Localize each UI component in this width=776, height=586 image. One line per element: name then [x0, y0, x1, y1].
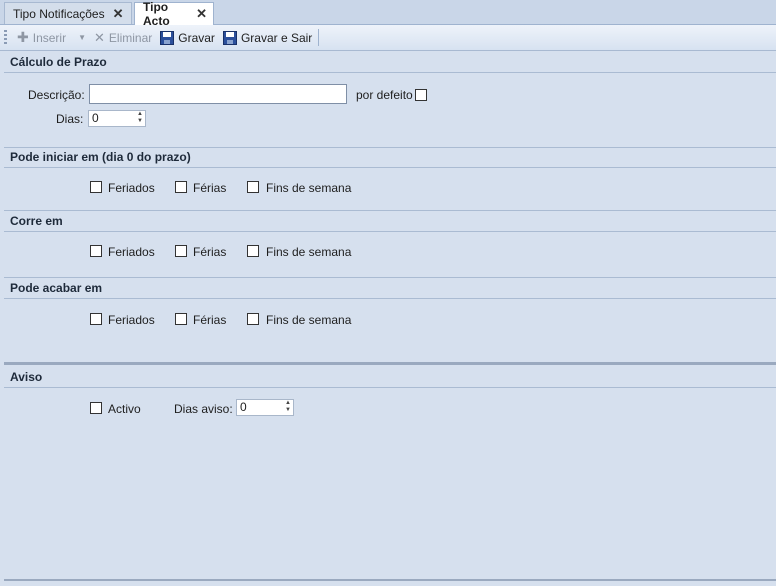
dias-aviso-label: Dias aviso: — [174, 402, 233, 416]
section-divider — [4, 387, 776, 388]
acabar-ferias-checkbox[interactable] — [175, 313, 187, 325]
corre-ferias-checkbox[interactable] — [175, 245, 187, 257]
activo-label: Activo — [108, 402, 141, 416]
aviso-title: Aviso — [10, 370, 43, 384]
tab-tipo-notificacoes[interactable]: Tipo Notificações ✕ — [4, 2, 132, 24]
ferias-label: Férias — [193, 313, 227, 327]
fins-label: Fins de semana — [266, 181, 352, 195]
descricao-label: Descrição: — [28, 88, 85, 102]
floppy-disk-exit-icon — [222, 30, 237, 45]
corre-em-title: Corre em — [10, 214, 63, 228]
inserir-button[interactable]: ✚ Inserir ▼ — [13, 27, 90, 49]
tab-label: Tipo Acto — [143, 0, 170, 28]
toolbar: ✚ Inserir ▼ ✕ Eliminar Gravar Gravar e S… — [0, 25, 776, 51]
tab-tipo-acto[interactable]: Tipo Acto ✕ — [134, 0, 214, 28]
acabar-fins-checkbox[interactable] — [247, 313, 259, 325]
section-divider — [4, 277, 776, 278]
iniciar-feriados-checkbox[interactable] — [90, 181, 102, 193]
calculo-title: Cálculo de Prazo — [10, 55, 107, 69]
iniciar-ferias-checkbox[interactable] — [175, 181, 187, 193]
descricao-input[interactable] — [89, 84, 347, 104]
acabar-feriados-checkbox[interactable] — [90, 313, 102, 325]
dias-spinner[interactable]: 0 ▲ ▼ — [88, 110, 146, 127]
bottom-border — [4, 579, 776, 581]
section-divider — [4, 147, 776, 148]
section-divider — [4, 167, 776, 168]
close-icon[interactable]: ✕ — [113, 6, 124, 22]
delete-x-icon: ✕ — [94, 29, 105, 45]
floppy-disk-icon — [160, 30, 175, 45]
dias-aviso-spinner[interactable]: 0 ▲ ▼ — [236, 399, 294, 416]
feriados-label: Feriados — [108, 313, 155, 327]
dias-aviso-value: 0 — [240, 400, 247, 414]
eliminar-button[interactable]: ✕ Eliminar — [90, 27, 156, 49]
pode-acabar-title: Pode acabar em — [10, 281, 103, 295]
section-divider — [4, 231, 776, 232]
por-defeito-checkbox[interactable] — [415, 89, 427, 101]
gravar-button[interactable]: Gravar — [156, 27, 219, 49]
pode-iniciar-title: Pode iniciar em (dia 0 do prazo) — [10, 150, 191, 164]
feriados-label: Feriados — [108, 181, 155, 195]
dias-value: 0 — [92, 111, 99, 125]
fins-label: Fins de semana — [266, 245, 352, 259]
por-defeito-label: por defeito — [356, 88, 413, 102]
ferias-label: Férias — [193, 181, 227, 195]
fins-label: Fins de semana — [266, 313, 352, 327]
dias-label: Dias: — [56, 112, 84, 126]
feriados-label: Feriados — [108, 245, 155, 259]
gravar-e-sair-button[interactable]: Gravar e Sair — [219, 27, 316, 49]
close-icon[interactable]: ✕ — [196, 6, 207, 22]
toolbar-separator — [318, 29, 320, 46]
section-divider — [4, 298, 776, 299]
section-divider — [4, 210, 776, 211]
spin-arrows-icon[interactable]: ▲ ▼ — [137, 111, 143, 125]
activo-checkbox[interactable] — [90, 402, 102, 414]
ferias-label: Férias — [193, 245, 227, 259]
iniciar-fins-checkbox[interactable] — [247, 181, 259, 193]
spin-arrows-icon[interactable]: ▲ ▼ — [285, 400, 291, 414]
corre-feriados-checkbox[interactable] — [90, 245, 102, 257]
plus-icon: ✚ — [17, 29, 29, 45]
toolbar-grip[interactable] — [4, 30, 7, 45]
chevron-down-icon: ▼ — [78, 33, 86, 42]
tab-bar: Tipo Notificações ✕ Tipo Acto ✕ — [0, 0, 776, 28]
corre-fins-checkbox[interactable] — [247, 245, 259, 257]
splitter-bar[interactable] — [4, 362, 776, 365]
section-divider — [4, 72, 776, 73]
tab-label: Tipo Notificações — [13, 6, 105, 21]
